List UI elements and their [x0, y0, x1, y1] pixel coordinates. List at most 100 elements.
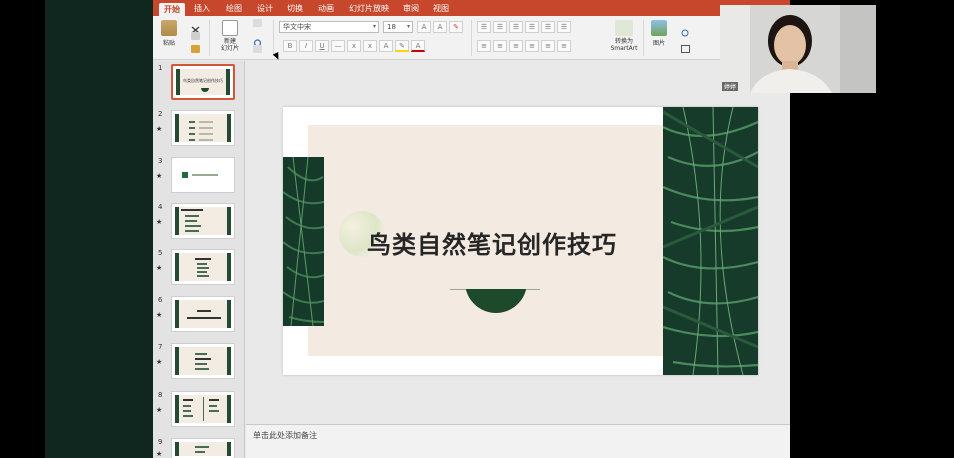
align-center-icon[interactable]: ≡: [493, 40, 507, 52]
font-name-dropdown[interactable]: 华文中宋 ▾: [279, 21, 379, 33]
underline-icon[interactable]: U: [315, 40, 329, 52]
shapes-icon[interactable]: [681, 22, 690, 37]
powerpoint-window: 开始 插入 绘图 设计 切换 动画 幻灯片放映 审阅 视图 粘贴 新建 幻灯片: [153, 0, 790, 458]
font-size-value: 18: [387, 23, 396, 31]
decrease-indent-icon[interactable]: ☰: [509, 21, 523, 33]
notes-pane[interactable]: 单击此处添加备注: [246, 424, 790, 458]
italic-icon[interactable]: I: [299, 40, 313, 52]
left-dark-border: [45, 0, 153, 458]
format-painter-icon[interactable]: [191, 45, 200, 53]
cut-icon[interactable]: [191, 19, 200, 34]
increase-indent-icon[interactable]: ☰: [525, 21, 539, 33]
shrink-font-icon[interactable]: A: [433, 21, 447, 33]
tab-design[interactable]: 设计: [254, 2, 276, 15]
line-spacing-icon[interactable]: ☰: [541, 21, 555, 33]
slide-editor-canvas[interactable]: 鸟类自然笔记创作技巧: [246, 61, 790, 424]
copy-icon[interactable]: [191, 32, 200, 40]
subscript-icon[interactable]: x: [363, 40, 377, 52]
thumb-number: 1: [158, 64, 163, 72]
font-name-value: 华文中宋: [283, 23, 311, 31]
textbox-icon[interactable]: [681, 38, 690, 53]
change-case-icon[interactable]: A: [379, 40, 393, 52]
thumb-number: 8: [158, 391, 163, 399]
ribbon-tab-bar: 开始 插入 绘图 设计 切换 动画 幻灯片放映 审阅 视图: [153, 0, 790, 16]
font-size-dropdown[interactable]: 18 ▾: [383, 21, 413, 33]
new-slide-button[interactable]: 新建 幻灯片: [221, 20, 239, 52]
slide-thumbnail-9[interactable]: [171, 438, 235, 458]
tab-home[interactable]: 开始: [159, 3, 185, 16]
fern-image-right: [663, 107, 758, 375]
picture-button[interactable]: 图片: [651, 20, 667, 47]
list-buttons: ☰ ☰ ☰ ☰ ☰ ☰: [477, 21, 571, 33]
tab-draw[interactable]: 绘图: [223, 2, 245, 15]
font-color-icon[interactable]: A: [411, 40, 425, 52]
divider: [643, 20, 644, 56]
convert-smartart-label: 转换为 SmartArt: [610, 38, 638, 52]
slide-thumbnail-4[interactable]: [171, 203, 235, 239]
slide-thumbnail-2[interactable]: [171, 110, 235, 146]
current-slide[interactable]: 鸟类自然笔记创作技巧: [283, 107, 758, 375]
new-slide-label: 新建 幻灯片: [221, 38, 240, 52]
text-direction-icon[interactable]: ≡: [541, 40, 555, 52]
reset-icon[interactable]: [253, 32, 262, 47]
clear-format-icon[interactable]: ✎: [449, 21, 463, 33]
justify-icon[interactable]: ≡: [525, 40, 539, 52]
bold-icon[interactable]: B: [283, 40, 297, 52]
convert-smartart-button[interactable]: 转换为 SmartArt: [609, 20, 639, 52]
section-icon[interactable]: [253, 45, 262, 53]
chevron-down-icon: ▾: [406, 23, 410, 30]
numbered-list-icon[interactable]: ☰: [493, 21, 507, 33]
webcam-name-label: 婷婷: [722, 82, 739, 91]
animation-star-icon: ★: [156, 125, 163, 133]
align-right-icon[interactable]: ≡: [509, 40, 523, 52]
animation-star-icon: ★: [156, 358, 163, 366]
divider: [209, 20, 210, 56]
tab-animations[interactable]: 动画: [315, 2, 337, 15]
animation-star-icon: ★: [156, 450, 163, 458]
tab-review[interactable]: 审阅: [400, 2, 422, 15]
highlight-icon[interactable]: ✎: [395, 40, 409, 52]
layout-icon[interactable]: [253, 19, 262, 27]
slide-thumbnail-7[interactable]: [171, 343, 235, 379]
slide-thumbnail-6[interactable]: [171, 296, 235, 332]
picture-icon: [651, 20, 667, 36]
tab-transitions[interactable]: 切换: [284, 2, 306, 15]
slide-thumbnail-panel: 1 鸟类自然笔记创作技巧 2 ★ 3 ★ 4 ★ 5 ★ 6 ★ 7 ★ 8 ★…: [153, 61, 245, 458]
chevron-down-icon: ▾: [372, 23, 376, 30]
animation-star-icon: ★: [156, 264, 163, 272]
slide-title[interactable]: 鸟类自然笔记创作技巧: [367, 225, 627, 260]
paste-button[interactable]: 粘贴: [161, 20, 177, 47]
clipboard-icon: [161, 20, 177, 36]
smartart-icon: [615, 20, 633, 36]
thumb-number: 9: [158, 438, 163, 446]
bullet-list-icon[interactable]: ☰: [477, 21, 491, 33]
notes-placeholder: 单击此处添加备注: [253, 431, 317, 440]
thumb-number: 5: [158, 249, 163, 257]
paste-label: 粘贴: [162, 40, 175, 47]
animation-star-icon: ★: [156, 218, 163, 226]
slide-thumbnail-1[interactable]: 鸟类自然笔记创作技巧: [171, 64, 235, 100]
slide-thumbnail-8[interactable]: [171, 391, 235, 427]
strikethrough-icon[interactable]: —: [331, 40, 345, 52]
grow-font-icon[interactable]: A: [417, 21, 431, 33]
align-buttons: ≡ ≡ ≡ ≡ ≡ ≡: [477, 40, 571, 52]
decorative-half-disc: [465, 289, 527, 313]
thumb-number: 3: [158, 157, 163, 165]
thumb-number: 6: [158, 296, 163, 304]
new-slide-icon: [222, 20, 238, 36]
tab-insert[interactable]: 插入: [191, 2, 213, 15]
columns-icon[interactable]: ☰: [557, 21, 571, 33]
fern-image-left: [283, 157, 324, 326]
thumb-title: 鸟类自然笔记创作技巧: [183, 78, 223, 83]
align-text-icon[interactable]: ≡: [557, 40, 571, 52]
align-left-icon[interactable]: ≡: [477, 40, 491, 52]
tab-view[interactable]: 视图: [430, 2, 452, 15]
animation-star-icon: ★: [156, 311, 163, 319]
ribbon-toolbar: 粘贴 新建 幻灯片 华文中宋 ▾ 18 ▾ A A ✎ B I U — x x …: [153, 16, 790, 60]
slide-thumbnail-5[interactable]: [171, 249, 235, 285]
superscript-icon[interactable]: x: [347, 40, 361, 52]
font-size-buttons: A A ✎: [417, 21, 463, 33]
slide-thumbnail-3[interactable]: [171, 157, 235, 193]
tab-slideshow[interactable]: 幻灯片放映: [346, 2, 392, 15]
thumb-number: 2: [158, 110, 163, 118]
